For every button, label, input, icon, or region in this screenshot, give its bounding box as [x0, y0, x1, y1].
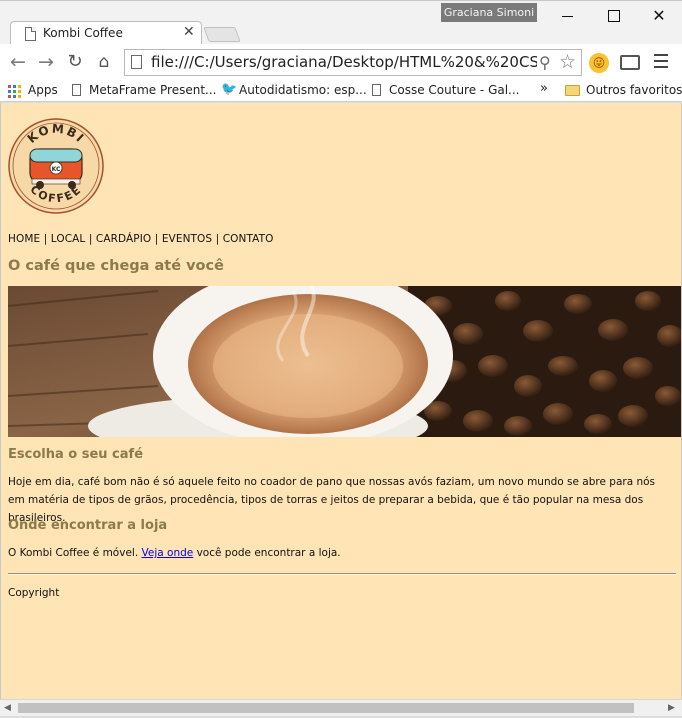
page-icon	[72, 84, 81, 96]
horizontal-divider	[8, 573, 676, 575]
bookmark-metaframe[interactable]: MetaFrame Present...	[89, 83, 216, 97]
apps-grid-icon[interactable]	[8, 85, 21, 98]
site-nav: HOME | LOCAL | CARDÁPIO | EVENTOS | CONT…	[8, 233, 273, 245]
page-icon	[25, 27, 36, 41]
bird-icon: 🐦	[221, 82, 238, 97]
search-icon[interactable]: ⚲	[539, 53, 551, 72]
nav-home-link[interactable]: HOME	[8, 233, 40, 245]
more-bookmarks-chevron[interactable]: »	[540, 81, 548, 96]
new-tab-button[interactable]	[203, 27, 241, 42]
browser-tab[interactable]: Kombi Coffee ✕	[10, 21, 202, 46]
extension-emoji-icon[interactable]: 😜	[589, 53, 609, 73]
minimize-button[interactable]	[544, 1, 590, 31]
back-button[interactable]: ←	[6, 50, 30, 74]
home-button[interactable]: ⌂	[92, 50, 116, 74]
bookmark-autodidatismo[interactable]: Autodidatismo: esp...	[239, 83, 367, 97]
logo-badge: KC	[52, 166, 61, 173]
browser-toolbar: ← → ↻ ⌂ file:///C:/Users/graciana/Deskto…	[0, 44, 682, 80]
bookmarks-bar: Apps MetaFrame Present... 🐦 Autodidatism…	[0, 80, 682, 102]
address-bar[interactable]: file:///C:/Users/graciana/Desktop/HTML%2…	[124, 49, 582, 76]
close-window-button[interactable]: ✕	[636, 1, 682, 31]
section-title-escolha: Escolha o seu café	[8, 447, 144, 462]
section-text-onde: O Kombi Coffee é móvel. Veja onde você p…	[8, 544, 673, 562]
store-text-after: você pode encontrar a loja.	[193, 547, 341, 559]
nav-separator: |	[151, 233, 162, 245]
bookmark-apps[interactable]: Apps	[28, 83, 58, 97]
scrollbar-thumb[interactable]	[18, 703, 634, 713]
menu-icon[interactable]	[654, 54, 668, 70]
horizontal-scrollbar[interactable]: ◀ ▶	[0, 699, 682, 716]
forward-button[interactable]: →	[34, 50, 58, 74]
reload-button[interactable]: ↻	[63, 50, 87, 74]
file-icon	[131, 55, 142, 69]
nav-local-link[interactable]: LOCAL	[51, 233, 86, 245]
scroll-left-arrow-icon[interactable]: ◀	[4, 703, 11, 713]
bookmark-star-icon[interactable]: ☆	[559, 51, 576, 73]
url-text[interactable]: file:///C:/Users/graciana/Desktop/HTML%2…	[151, 53, 537, 71]
nav-contato-link[interactable]: CONTATO	[223, 233, 274, 245]
window-titlebar: Graciana Simoni ✕ Kombi Coffee ✕	[0, 0, 682, 46]
coffee-cup-hero-image	[8, 286, 681, 437]
nav-separator: |	[212, 233, 223, 245]
cast-icon[interactable]	[620, 55, 640, 70]
bookmark-cosse-couture[interactable]: Cosse Couture - Gal...	[389, 83, 520, 97]
page-heading: O café que chega até você	[8, 258, 224, 274]
kombi-coffee-logo: KOMBI COFFEE KC	[8, 118, 104, 214]
nav-eventos-link[interactable]: EVENTOS	[162, 233, 212, 245]
nav-separator: |	[85, 233, 96, 245]
footer-copyright: Copyright	[8, 587, 60, 599]
profile-user-badge[interactable]: Graciana Simoni	[441, 3, 537, 22]
section-title-onde: Onde encontrar a loja	[8, 518, 168, 533]
page-viewport: KOMBI COFFEE KC HOME | LOCAL | CARDÁPIO …	[0, 103, 682, 699]
veja-onde-link[interactable]: Veja onde	[142, 547, 194, 559]
nav-separator: |	[40, 233, 51, 245]
store-text-before: O Kombi Coffee é móvel.	[8, 547, 142, 559]
maximize-button[interactable]	[590, 1, 636, 31]
folder-icon	[565, 85, 580, 96]
page-icon	[372, 84, 381, 96]
tab-title: Kombi Coffee	[43, 26, 123, 40]
other-bookmarks[interactable]: Outros favoritos	[586, 83, 682, 97]
nav-cardapio-link[interactable]: CARDÁPIO	[96, 233, 151, 245]
scroll-right-arrow-icon[interactable]: ▶	[668, 703, 675, 713]
tab-close-icon[interactable]: ✕	[183, 24, 195, 40]
